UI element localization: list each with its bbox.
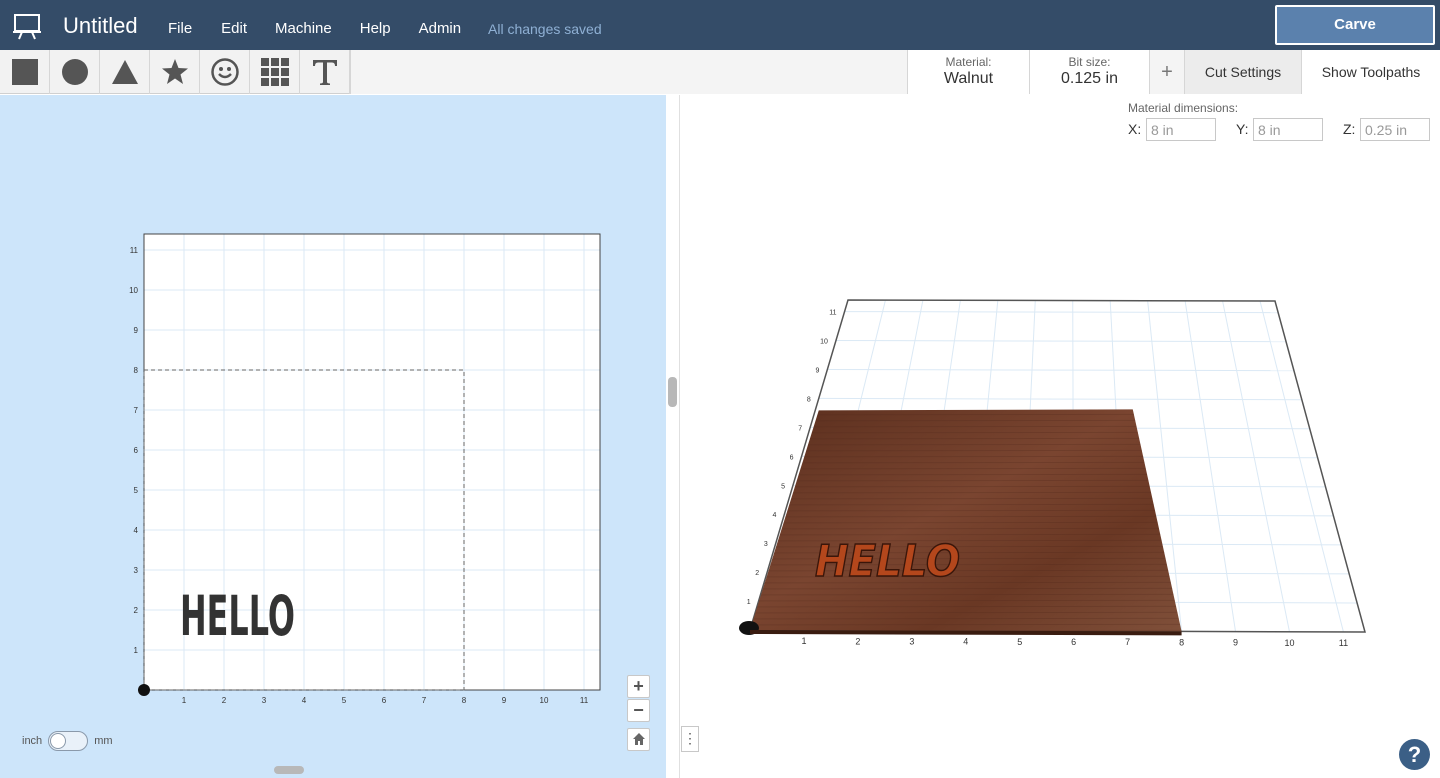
y-tick-label-3d: 6 xyxy=(790,454,794,461)
x-tick-label: 4 xyxy=(302,696,307,705)
dim-z-label: Z: xyxy=(1343,121,1356,137)
dim-y-label: Y: xyxy=(1236,121,1249,137)
x-tick-label: 3 xyxy=(262,696,267,705)
menu-machine[interactable]: Machine xyxy=(275,0,332,50)
y-tick-label: 8 xyxy=(134,366,139,375)
y-tick-label-3d: 3 xyxy=(764,541,768,548)
unit-inch-label: inch xyxy=(22,735,43,747)
x-tick-label-3d: 1 xyxy=(801,636,806,646)
y-tick-label: 9 xyxy=(134,326,139,335)
y-tick-label: 5 xyxy=(134,486,139,495)
x-tick-label: 7 xyxy=(422,696,427,705)
menu-admin[interactable]: Admin xyxy=(419,0,462,50)
x-tick-label-3d: 4 xyxy=(963,637,968,647)
x-tick-label-3d: 7 xyxy=(1125,637,1130,647)
splitter-handle[interactable] xyxy=(668,377,677,407)
show-toolpaths-button[interactable]: Show Toolpaths xyxy=(1301,50,1440,94)
zoom-out-button[interactable]: − xyxy=(627,699,650,722)
x-tick-label: 8 xyxy=(462,696,467,705)
dim-x-label: X: xyxy=(1128,121,1142,137)
x-tick-label-3d: 8 xyxy=(1179,637,1184,647)
y-tick-label-3d: 11 xyxy=(829,310,836,317)
panel-divider xyxy=(666,95,680,778)
y-tick-label-3d: 2 xyxy=(755,570,759,577)
dim-z-input[interactable] xyxy=(1360,118,1430,141)
material-label: Material: xyxy=(945,55,992,69)
y-tick-label: 4 xyxy=(134,526,139,535)
text-icon[interactable] xyxy=(300,50,350,94)
save-status: All changes saved xyxy=(488,21,602,37)
y-tick-label: 7 xyxy=(134,406,139,415)
y-tick-label-3d: 10 xyxy=(820,339,828,346)
preview-text-hello: HELLO xyxy=(815,536,960,587)
panel-options-button[interactable]: ⋮ xyxy=(681,726,699,752)
y-tick-label: 3 xyxy=(134,566,139,575)
unit-toggle: inch mm xyxy=(22,731,113,751)
carve-button[interactable]: Carve xyxy=(1275,5,1435,45)
bit-size-value: 0.125 in xyxy=(1061,70,1118,87)
y-tick-label: 1 xyxy=(134,646,139,655)
grid-icon[interactable] xyxy=(250,50,300,94)
y-tick-label-3d: 1 xyxy=(747,599,751,606)
y-tick-label-3d: 9 xyxy=(815,367,819,374)
material-dimensions-label: Material dimensions: xyxy=(1128,101,1239,115)
cut-settings-button[interactable]: Cut Settings xyxy=(1184,50,1301,94)
y-tick-label-3d: 5 xyxy=(781,483,785,490)
x-tick-label: 6 xyxy=(382,696,387,705)
x-tick-label: 11 xyxy=(580,696,589,705)
unit-switch-knob xyxy=(50,733,67,749)
x-tick-label-3d: 11 xyxy=(1339,638,1348,648)
dim-x-input[interactable] xyxy=(1146,118,1216,141)
x-tick-label-3d: 3 xyxy=(909,637,914,647)
preview-3d-canvas[interactable]: HELLO 1 2 3 4 5 6 7 8 9 10 111234567891011 xyxy=(700,280,1400,660)
help-button[interactable]: ? xyxy=(1399,739,1430,770)
design-canvas[interactable]: 1 2 3 4 5 6 7 8 9 10 111234567891011 HELLO xyxy=(110,225,610,715)
menu-bar: File Edit Machine Help Admin xyxy=(168,0,461,50)
square-icon[interactable] xyxy=(0,50,50,94)
y-tick-label: 2 xyxy=(134,606,139,615)
toolbar: Material: Walnut Bit size: 0.125 in + Cu… xyxy=(0,50,1440,94)
y-tick-label: 11 xyxy=(130,246,139,255)
y-tick-label: 10 xyxy=(129,286,138,295)
easel-icon[interactable] xyxy=(13,12,41,40)
smiley-icon[interactable] xyxy=(200,50,250,94)
y-tick-label: 6 xyxy=(134,446,139,455)
x-tick-label-3d: 10 xyxy=(1284,638,1294,648)
zoom-in-button[interactable]: + xyxy=(627,675,650,698)
circle-icon[interactable] xyxy=(50,50,100,94)
y-tick-label-3d: 8 xyxy=(807,396,811,403)
x-tick-label-3d: 5 xyxy=(1017,637,1022,647)
x-tick-label: 2 xyxy=(222,696,227,705)
add-bit-button[interactable]: + xyxy=(1149,50,1184,94)
star-icon[interactable] xyxy=(150,50,200,94)
bit-size-selector[interactable]: Bit size: 0.125 in xyxy=(1029,50,1149,94)
menu-edit[interactable]: Edit xyxy=(221,0,247,50)
material-selector[interactable]: Material: Walnut xyxy=(907,50,1029,94)
origin-marker xyxy=(138,684,150,696)
x-tick-label-3d: 2 xyxy=(855,636,860,646)
unit-switch[interactable] xyxy=(48,731,89,751)
x-tick-label-3d: 6 xyxy=(1071,637,1076,647)
top-bar: Untitled File Edit Machine Help Admin Al… xyxy=(0,0,1440,50)
home-icon[interactable] xyxy=(627,728,650,751)
material-grain xyxy=(750,409,1182,632)
unit-mm-label: mm xyxy=(94,735,113,747)
toolbar-spacer xyxy=(350,50,907,94)
y-tick-label-3d: 7 xyxy=(798,425,802,432)
triangle-icon[interactable] xyxy=(100,50,150,94)
x-tick-label: 1 xyxy=(182,696,187,705)
material-value: Walnut xyxy=(943,70,994,87)
x-tick-label: 9 xyxy=(502,696,507,705)
horizontal-scroll-handle[interactable] xyxy=(274,766,304,774)
x-tick-label: 5 xyxy=(342,696,347,705)
document-title[interactable]: Untitled xyxy=(63,13,138,39)
menu-help[interactable]: Help xyxy=(360,0,391,50)
x-tick-label-3d: 9 xyxy=(1233,638,1238,648)
dim-y-input[interactable] xyxy=(1253,118,1323,141)
x-tick-label: 10 xyxy=(540,696,549,705)
design-text-hello[interactable]: HELLO xyxy=(180,584,295,648)
menu-file[interactable]: File xyxy=(168,0,192,50)
y-tick-label-3d: 4 xyxy=(772,512,776,519)
bit-size-label: Bit size: xyxy=(1068,55,1111,69)
